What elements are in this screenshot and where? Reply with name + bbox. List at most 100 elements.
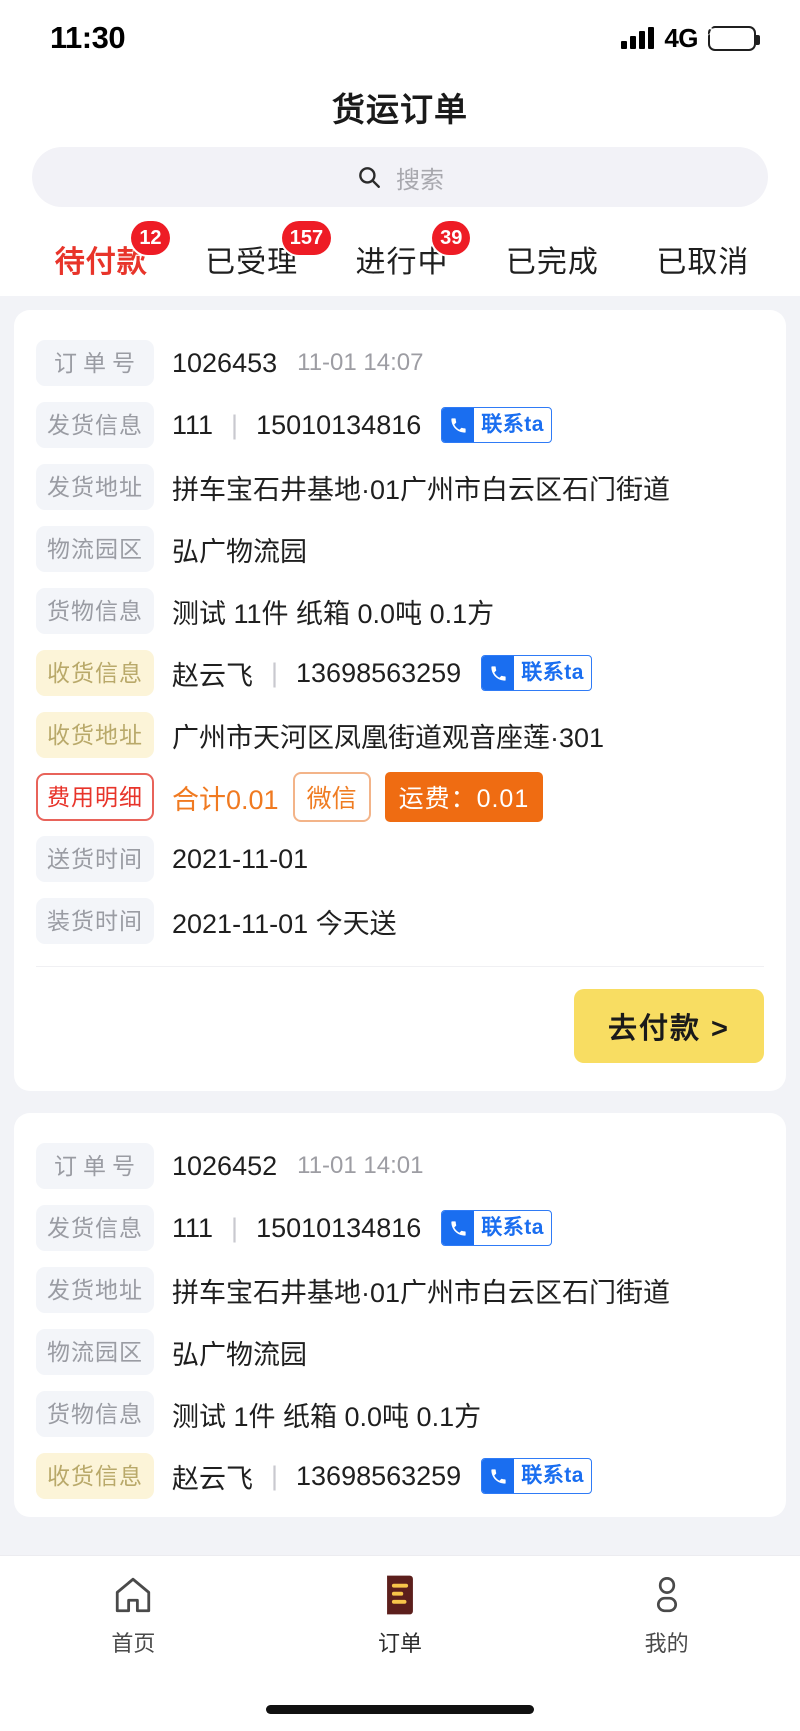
nav-label: 我的 [644, 1631, 689, 1656]
loading-time-row: 装货时间 2021-11-01 今天送 [36, 890, 764, 952]
fee-total: 合计0.01 [172, 784, 279, 815]
search-area: 搜索 [0, 138, 800, 216]
receiver-info-row: 收货信息 赵云飞 | 13698563259 联系ta [36, 642, 764, 704]
order-card-actions: 去付款 > [36, 966, 764, 1081]
nav-label: 订单 [378, 1631, 423, 1656]
phone-icon [482, 1459, 515, 1493]
nav-item-profile[interactable]: 我的 [533, 1572, 800, 1658]
sender-address-row: 发货地址 拼车宝石井基地·01广州市白云区石门街道 [36, 1259, 764, 1321]
sender-phone: 15010134816 [256, 1212, 422, 1243]
battery-charging-icon: ⚡ [706, 21, 760, 51]
order-list[interactable]: 订单号 1026453 11-01 14:07 发货信息 111 | 15010… [0, 296, 800, 1555]
pay-method-badge: 微信 [292, 772, 371, 822]
goods-info-row: 货物信息 测试 11件 纸箱 0.0吨 0.1方 [36, 580, 764, 642]
sender-address-value: 拼车宝石井基地·01广州市白云区石门街道 [172, 1277, 671, 1308]
fee-detail-row[interactable]: 费用明细 合计0.01 微信 运费：0.01 [36, 766, 764, 828]
sender-address-label: 发货地址 [36, 1267, 154, 1313]
receiver-info-label: 收货信息 [36, 650, 154, 696]
contact-sender-button[interactable]: 联系ta [441, 407, 552, 443]
nav-label: 首页 [111, 1631, 156, 1656]
receiver-name: 赵云飞 [172, 1463, 253, 1494]
logistics-park-label: 物流园区 [36, 1329, 154, 1375]
fee-detail-label[interactable]: 费用明细 [36, 773, 154, 821]
tab-accepted[interactable]: 已受理 157 [176, 221, 332, 281]
order-card[interactable]: 订单号 1026453 11-01 14:07 发货信息 111 | 15010… [14, 310, 786, 1091]
goods-info-label: 货物信息 [36, 588, 154, 634]
tab-completed[interactable]: 已完成 [477, 231, 627, 281]
nav-item-orders[interactable]: 订单 [267, 1572, 534, 1658]
home-icon [112, 1572, 154, 1618]
goods-info-label: 货物信息 [36, 1391, 154, 1437]
search-input[interactable]: 搜索 [32, 147, 768, 207]
page-header: 货运订单 [0, 76, 800, 138]
receiver-name: 赵云飞 [172, 660, 253, 691]
delivery-time-value: 2021-11-01 [172, 843, 309, 874]
receiver-phone: 13698563259 [296, 657, 462, 688]
signal-bars-icon [621, 27, 655, 49]
sender-address-value: 拼车宝石井基地·01广州市白云区石门街道 [172, 474, 671, 505]
order-no-row: 订单号 1026453 11-01 14:07 [36, 332, 764, 394]
person-icon [648, 1572, 686, 1618]
delivery-time-row: 送货时间 2021-11-01 [36, 828, 764, 890]
tab-label: 已受理 [205, 246, 299, 279]
order-no-text: 1026452 [172, 1150, 278, 1181]
order-time-text: 11-01 14:07 [297, 349, 424, 376]
search-placeholder: 搜索 [396, 166, 444, 194]
divider: | [231, 1212, 239, 1243]
order-no-label: 订单号 [36, 340, 154, 386]
goods-info-value: 测试 11件 纸箱 0.0吨 0.1方 [172, 598, 495, 629]
order-no-label: 订单号 [36, 1143, 154, 1189]
tab-pending-payment[interactable]: 待付款 12 [26, 221, 176, 281]
app-screen: 11:30 4G ⚡ 货运订单 搜索 待付款 12 已受理 157 进行中 39… [0, 0, 800, 1731]
order-no-value: 1026453 11-01 14:07 [172, 348, 423, 379]
order-card[interactable]: 订单号 1026452 11-01 14:01 发货信息 111 | 15010… [14, 1113, 786, 1517]
goods-info-value: 测试 1件 纸箱 0.0吨 0.1方 [172, 1401, 482, 1432]
contact-receiver-button[interactable]: 联系ta [481, 655, 592, 691]
divider: | [271, 1460, 279, 1491]
receiver-address-row: 收货地址 广州市天河区凤凰街道观音座莲·301 [36, 704, 764, 766]
divider: | [231, 409, 239, 440]
orders-icon [380, 1572, 420, 1618]
receiver-info-label: 收货信息 [36, 1453, 154, 1499]
search-icon [356, 164, 382, 190]
tab-label: 已取消 [656, 246, 750, 279]
receiver-address-label: 收货地址 [36, 712, 154, 758]
order-no-row: 订单号 1026452 11-01 14:01 [36, 1135, 764, 1197]
fee-detail-value: 合计0.01 微信 运费：0.01 [172, 772, 544, 822]
logistics-park-value: 弘广物流园 [172, 536, 307, 567]
delivery-time-label: 送货时间 [36, 836, 154, 882]
receiver-info-value: 赵云飞 | 13698563259 联系ta [172, 654, 592, 693]
receiver-phone: 13698563259 [296, 1460, 462, 1491]
network-type-label: 4G [664, 22, 698, 53]
home-indicator [266, 1704, 534, 1714]
status-time: 11:30 [50, 20, 126, 55]
page-title: 货运订单 [332, 91, 468, 128]
status-indicators: 4G ⚡ [621, 21, 760, 54]
order-no-text: 1026453 [172, 347, 278, 378]
contact-label: 联系ta [481, 1216, 544, 1239]
receiver-address-value: 广州市天河区凤凰街道观音座莲·301 [172, 722, 605, 753]
loading-time-label: 装货时间 [36, 898, 154, 944]
receiver-info-value: 赵云飞 | 13698563259 联系ta [172, 1457, 592, 1496]
sender-info-label: 发货信息 [36, 1205, 154, 1251]
contact-sender-button[interactable]: 联系ta [441, 1210, 552, 1246]
tab-label: 进行中 [355, 246, 449, 279]
tab-badge: 39 [432, 221, 471, 255]
logistics-park-label: 物流园区 [36, 526, 154, 572]
sender-info-value: 111 | 15010134816 联系ta [172, 407, 552, 443]
go-to-payment-button[interactable]: 去付款 > [574, 989, 764, 1063]
tab-in-progress[interactable]: 进行中 39 [327, 221, 477, 281]
order-no-value: 1026452 11-01 14:01 [172, 1151, 423, 1182]
sender-name: 111 [172, 1212, 214, 1243]
order-time-text: 11-01 14:01 [297, 1152, 424, 1179]
contact-label: 联系ta [521, 1464, 584, 1487]
sender-info-row: 发货信息 111 | 15010134816 联系ta [36, 1197, 764, 1259]
status-bar: 11:30 4G ⚡ [0, 0, 800, 76]
sender-address-row: 发货地址 拼车宝石井基地·01广州市白云区石门街道 [36, 456, 764, 518]
contact-label: 联系ta [481, 413, 544, 436]
loading-time-value: 2021-11-01 今天送 [172, 908, 397, 939]
nav-item-home[interactable]: 首页 [0, 1572, 267, 1658]
sender-address-label: 发货地址 [36, 464, 154, 510]
tab-cancelled[interactable]: 已取消 [628, 231, 778, 281]
contact-receiver-button[interactable]: 联系ta [481, 1458, 592, 1494]
